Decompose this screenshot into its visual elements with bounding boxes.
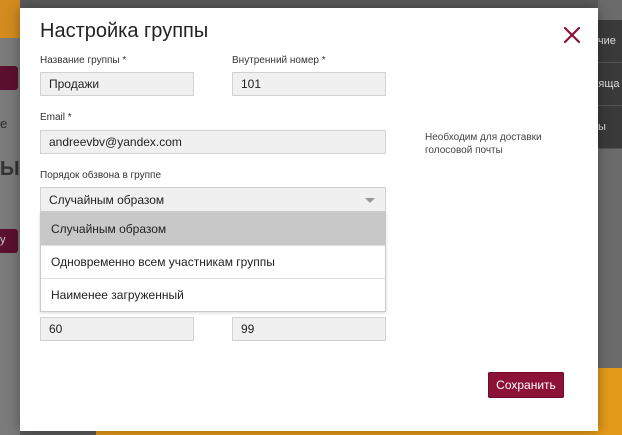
background-right-item-3: пы: [598, 106, 622, 149]
close-icon: [563, 26, 581, 44]
internal-number-label: Внутренний номер *: [232, 55, 326, 66]
dial-order-label: Порядок обзвона в группе: [40, 170, 162, 181]
chevron-down-icon: [365, 198, 375, 203]
save-button[interactable]: Сохранить: [488, 372, 564, 398]
background-text-2: у: [0, 234, 6, 246]
dropdown-option[interactable]: Наименее загруженный: [41, 279, 385, 312]
background-right-item-1: очие: [598, 20, 622, 63]
email-hint: Необходим для доставки голосовой почты: [425, 132, 542, 156]
modal-title: Настройка группы: [40, 20, 209, 42]
group-name-label: Название группы *: [40, 55, 127, 66]
field-a-input[interactable]: 60: [40, 317, 194, 341]
internal-number-input[interactable]: 101: [232, 72, 386, 96]
email-label: Email *: [40, 112, 72, 123]
background-right-item-2: ляща: [598, 63, 622, 106]
group-name-input[interactable]: Продажи: [40, 72, 194, 96]
background-button-1: [0, 66, 18, 90]
background-text-1: е: [0, 116, 8, 131]
group-settings-modal: Настройка группы Название группы * Прода…: [20, 8, 598, 431]
dial-order-selected-value: Случайным образом: [49, 193, 165, 207]
close-button[interactable]: [562, 25, 582, 45]
dial-order-select[interactable]: Случайным образом: [40, 187, 386, 212]
field-b-input[interactable]: 99: [232, 317, 386, 341]
dropdown-option[interactable]: Одновременно всем участникам группы: [41, 246, 385, 279]
dial-order-dropdown: Случайным образом Одновременно всем учас…: [40, 212, 386, 312]
background-top-accent: [0, 0, 20, 38]
dropdown-option[interactable]: Случайным образом: [41, 213, 385, 246]
email-input[interactable]: andreevbv@yandex.com: [40, 130, 386, 154]
